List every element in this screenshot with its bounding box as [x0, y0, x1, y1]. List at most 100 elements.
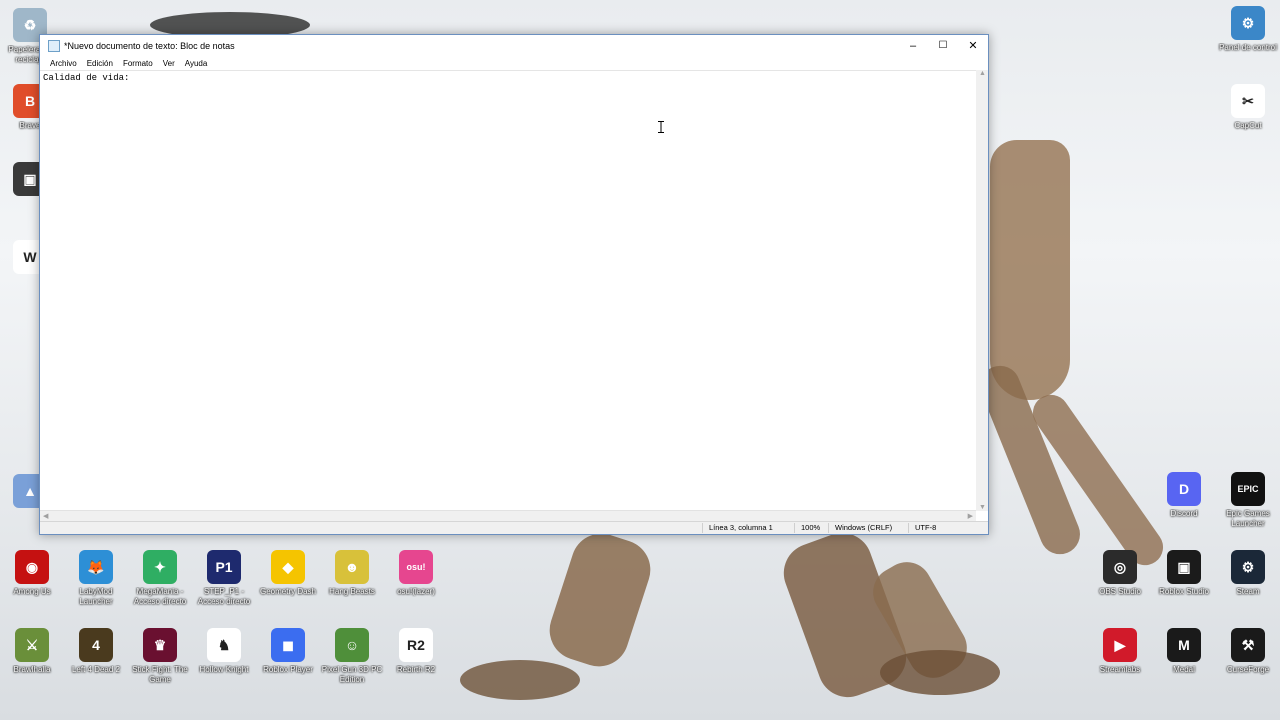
vertical-scrollbar[interactable]: ▲ ▼ — [976, 70, 988, 511]
desktop-icon-label: Epic Games Launcher — [1226, 509, 1270, 528]
obs-icon: ◎ — [1103, 550, 1137, 584]
desktop-icon[interactable]: ▶ Streamlabs — [1088, 628, 1152, 675]
desktop-icon-label: CurseForge — [1226, 665, 1270, 674]
desktop-icon[interactable]: ✂ CapCut — [1216, 84, 1280, 131]
left4dead-icon: 4 — [79, 628, 113, 662]
desktop-icon-label: Panel de control — [1219, 43, 1277, 52]
megamania-icon: ✦ — [143, 550, 177, 584]
desktop-icon-label: CapCut — [1234, 121, 1262, 130]
wallpaper-deer-leg — [541, 525, 659, 675]
scroll-left-icon[interactable]: ◀ — [43, 512, 48, 520]
streamlabs-icon: ▶ — [1103, 628, 1137, 662]
desktop-icon[interactable]: ⚔ Brawlhalla — [0, 628, 64, 675]
desktop-icon-label: osu!(lazer) — [397, 587, 435, 596]
status-zoom: 100% — [794, 523, 820, 533]
scroll-up-icon[interactable]: ▲ — [979, 70, 986, 77]
desktop-icon-label: LabyMod Launcher — [79, 587, 113, 606]
close-button[interactable]: ✕ — [958, 35, 988, 56]
menu-edicion[interactable]: Edición — [82, 59, 118, 68]
menu-formato[interactable]: Formato — [118, 59, 158, 68]
r2-icon: R2 — [399, 628, 433, 662]
discord-icon: D — [1167, 472, 1201, 506]
desktop-icon[interactable]: EPIC Epic Games Launcher — [1216, 472, 1280, 529]
notepad-icon — [48, 39, 60, 52]
desktop-icon[interactable]: ♞ Hollow Knight — [192, 628, 256, 675]
desktop-icon[interactable]: 🦊 LabyMod Launcher — [64, 550, 128, 607]
desktop-icon-label: Geometry Dash — [259, 587, 317, 596]
desktop-icon-label: MegaMania - Acceso directo — [133, 587, 187, 606]
desktop-icon[interactable]: ♛ Stick Fight: The Game — [128, 628, 192, 685]
hang-beasts-icon: ☻ — [335, 550, 369, 584]
desktop-icon[interactable]: M Medal — [1152, 628, 1216, 675]
status-line-endings: Windows (CRLF) — [828, 523, 892, 533]
title-bar[interactable]: *Nuevo documento de texto: Bloc de notas… — [40, 35, 988, 56]
desktop-icon[interactable]: ✦ MegaMania - Acceso directo — [128, 550, 192, 607]
desktop-icon[interactable]: ☺ Pixel Gun 3D PC Edition — [320, 628, 384, 685]
desktop-icon-label: Left 4 Dead 2 — [71, 665, 121, 674]
desktop-icon[interactable]: ⚙ Steam — [1216, 550, 1280, 597]
desktop-icon-label: Brawlhalla — [13, 665, 51, 674]
desktop-icon-label: Stick Fight: The Game — [132, 665, 188, 684]
control-panel-icon: ⚙ — [1231, 6, 1265, 40]
desktop-icon-label: Hollow Knight — [199, 665, 249, 674]
medal-icon: M — [1167, 628, 1201, 662]
desktop-icon[interactable]: osu! osu!(lazer) — [384, 550, 448, 597]
desktop-icon-label: Roblox Studio — [1159, 587, 1209, 596]
roblox-icon: ◼ — [271, 628, 305, 662]
osu-icon: osu! — [399, 550, 433, 584]
desktop-icon[interactable]: ⚒ CurseForge — [1216, 628, 1280, 675]
labymod-icon: 🦊 — [79, 550, 113, 584]
desktop-icon-label: Hang Beasts — [329, 587, 375, 596]
capcut-icon: ✂ — [1231, 84, 1265, 118]
desktop-icon[interactable]: ◼ Roblox Player — [256, 628, 320, 675]
desktop-icon[interactable]: ☻ Hang Beasts — [320, 550, 384, 597]
desktop-icon[interactable]: ◆ Geometry Dash — [256, 550, 320, 597]
wallpaper-deer-hoof — [880, 650, 1000, 695]
desktop-icon-label: Discord — [1170, 509, 1198, 518]
desktop-icon[interactable]: P1 STEP_P1 - Acceso directo — [192, 550, 256, 607]
curseforge-icon: ⚒ — [1231, 628, 1265, 662]
menu-archivo[interactable]: Archivo — [45, 59, 82, 68]
scroll-down-icon[interactable]: ▼ — [979, 504, 986, 511]
window-controls: – ☐ ✕ — [898, 35, 988, 56]
geometry-dash-icon: ◆ — [271, 550, 305, 584]
desktop-icon-label: STEP_P1 - Acceso directo — [197, 587, 251, 606]
desktop-icon-label: Steam — [1236, 587, 1260, 596]
steam-icon: ⚙ — [1231, 550, 1265, 584]
desktop-icon[interactable]: D Discord — [1152, 472, 1216, 519]
wallpaper-deer-body — [990, 140, 1070, 400]
editor-text: Calidad de vida: — [43, 73, 130, 83]
text-editor[interactable]: Calidad de vida: — [40, 70, 976, 511]
minimize-button[interactable]: – — [898, 35, 928, 56]
desktop-icon[interactable]: ◉ Among Us — [0, 550, 64, 597]
text-cursor-icon — [658, 121, 664, 133]
wallpaper-deer-hoof — [460, 660, 580, 700]
brawlhalla-icon: ⚔ — [15, 628, 49, 662]
among-us-icon: ◉ — [15, 550, 49, 584]
menu-ver[interactable]: Ver — [158, 59, 180, 68]
desktop-icon-label: Medal — [1173, 665, 1195, 674]
desktop-icon-label: Streamlabs — [1099, 665, 1141, 674]
wallpaper-deer-leg — [864, 553, 976, 687]
wallpaper-deer-leg — [973, 359, 1087, 561]
desktop-icon[interactable]: R2 Rebirth R2 — [384, 628, 448, 675]
scroll-right-icon[interactable]: ▶ — [968, 512, 973, 520]
notepad-window[interactable]: *Nuevo documento de texto: Bloc de notas… — [39, 34, 989, 535]
desktop-icon[interactable]: ▣ Roblox Studio — [1152, 550, 1216, 597]
maximize-button[interactable]: ☐ — [928, 35, 958, 56]
desktop-icon-label: Among Us — [13, 587, 51, 596]
desktop-icon[interactable]: ◎ OBS Studio — [1088, 550, 1152, 597]
step-p1-icon: P1 — [207, 550, 241, 584]
desktop-icon[interactable]: ⚙ Panel de control — [1216, 6, 1280, 53]
window-title: *Nuevo documento de texto: Bloc de notas — [64, 40, 235, 51]
menu-ayuda[interactable]: Ayuda — [180, 59, 213, 68]
status-bar: Línea 3, columna 1 100% Windows (CRLF) U… — [40, 521, 988, 534]
desktop-icon-label: Rebirth R2 — [396, 665, 436, 674]
desktop-icon[interactable]: 4 Left 4 Dead 2 — [64, 628, 128, 675]
epic-games-icon: EPIC — [1231, 472, 1265, 506]
menu-bar: Archivo Edición Formato Ver Ayuda — [40, 56, 988, 70]
desktop-icon-label: OBS Studio — [1099, 587, 1141, 596]
status-encoding: UTF-8 — [908, 523, 936, 533]
roblox-studio-icon: ▣ — [1167, 550, 1201, 584]
pixel-gun-icon: ☺ — [335, 628, 369, 662]
